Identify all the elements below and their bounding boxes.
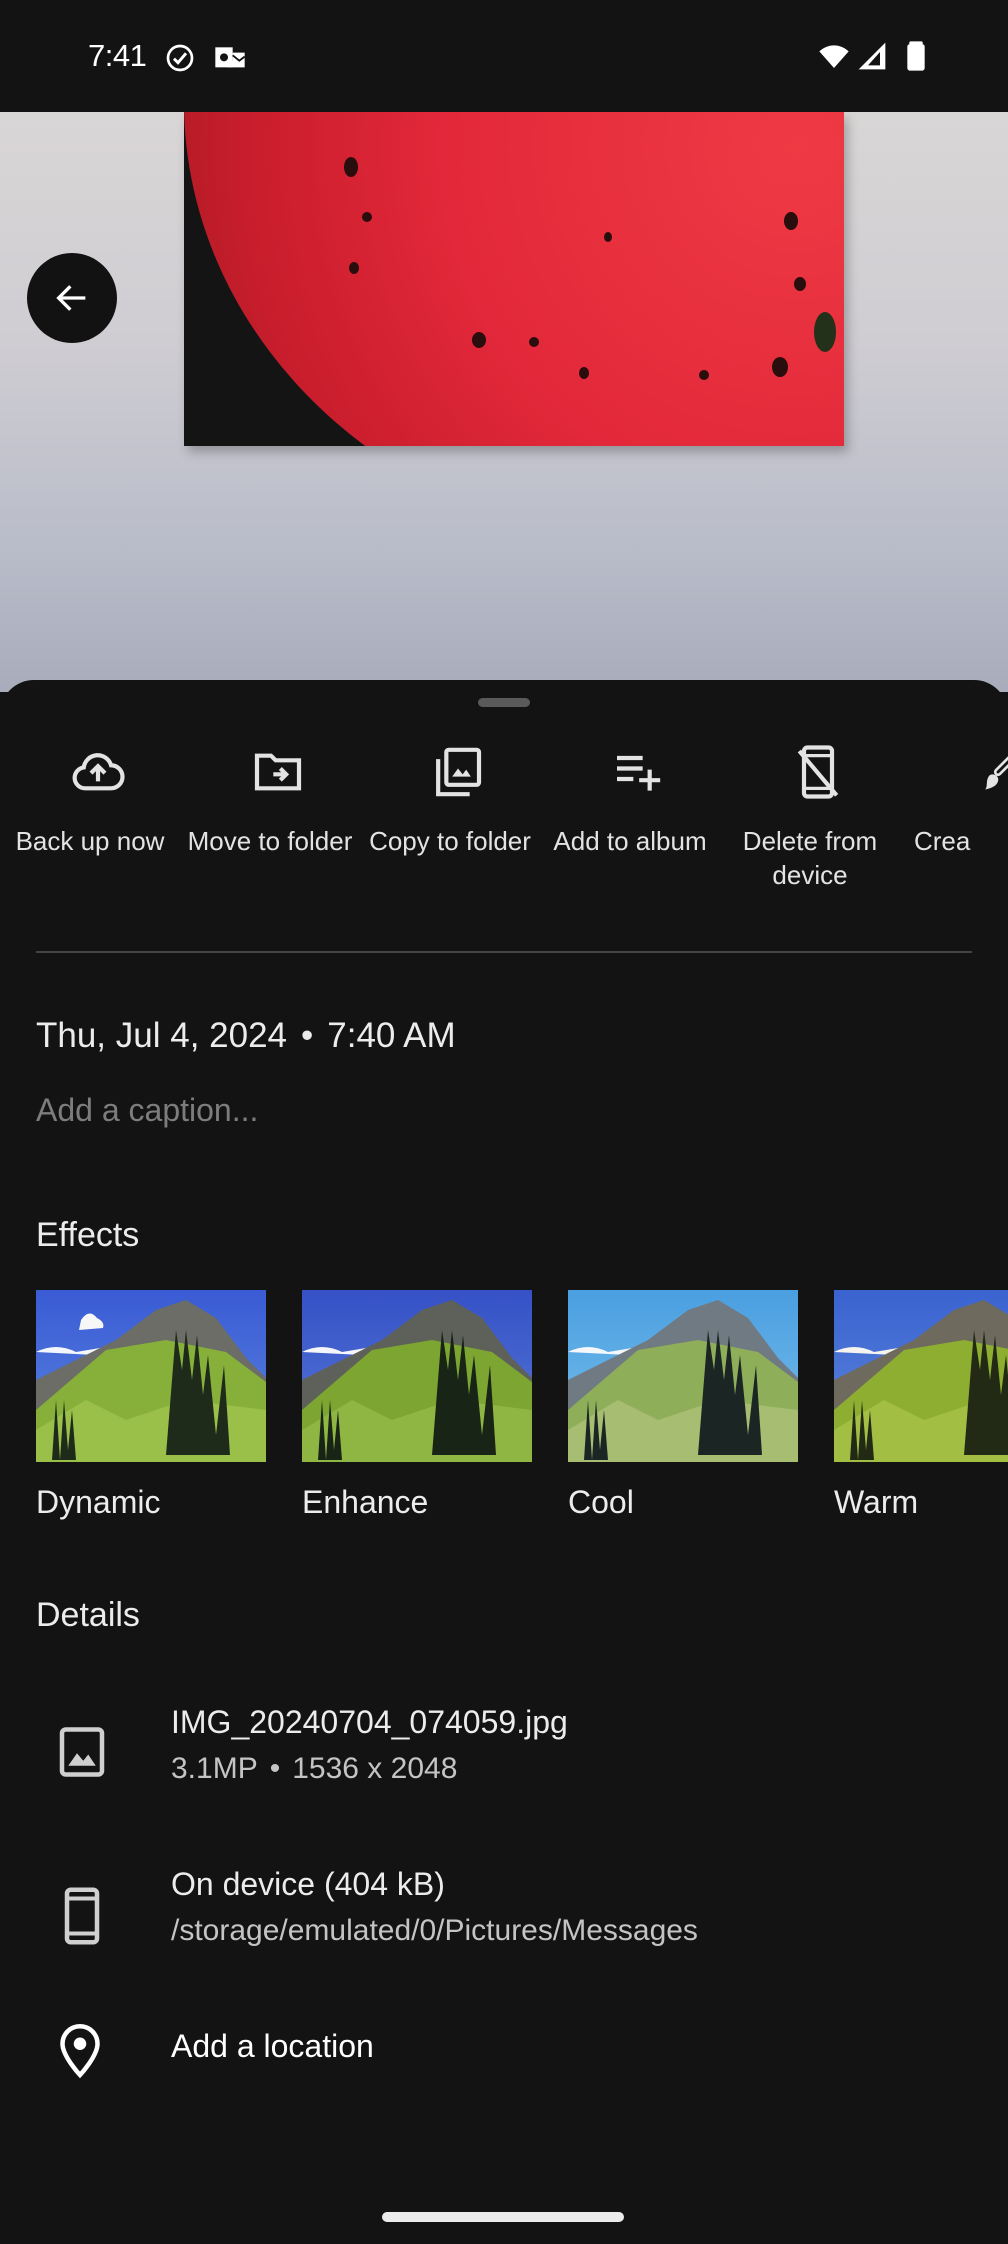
mountain-image [302, 1300, 532, 1462]
effect-cool[interactable]: Cool [568, 1290, 798, 1520]
effect-thumbnail [568, 1290, 798, 1462]
smartphone-icon [64, 1887, 100, 1945]
add-location-label: Add a location [171, 2028, 374, 2064]
effect-label: Dynamic [36, 1484, 161, 1520]
gesture-nav-handle[interactable] [382, 2212, 624, 2222]
cloud-upload-icon [72, 753, 125, 791]
mountain-image [568, 1300, 798, 1462]
effect-thumbnail [36, 1290, 266, 1462]
phone-off-icon [797, 745, 839, 799]
action-label: Delete from device [742, 826, 878, 890]
storage-title: On device (404 kB) [171, 1866, 445, 1902]
effect-warm[interactable]: Warm [834, 1290, 1008, 1520]
action-row[interactable]: Back up now Move to folder Copy to folde… [0, 740, 1008, 920]
check-circle-icon [166, 44, 194, 72]
signal-icon [858, 42, 886, 70]
copy-to-folder-icon [436, 747, 482, 797]
action-label: Move to folder [187, 826, 353, 856]
delete-from-device-button[interactable]: Delete from device [720, 740, 900, 920]
resolution: 1536 x 2048 [292, 1752, 458, 1785]
caption-input[interactable] [36, 1092, 936, 1129]
folder-move-icon [254, 753, 302, 791]
action-label: Crea [914, 826, 971, 856]
back-button[interactable] [27, 253, 117, 343]
date-time[interactable]: Thu, Jul 4, 2024 • 7:40 AM [36, 1016, 456, 1056]
storage-path: /storage/emulated/0/Pictures/Messages [171, 1914, 698, 1947]
details-heading: Details [36, 1596, 140, 1634]
action-label: Back up now [15, 826, 165, 856]
mountain-image [834, 1300, 1008, 1462]
add-to-album-button[interactable]: Add to album [540, 740, 720, 920]
action-label: Copy to folder [369, 826, 531, 856]
effect-label: Cool [568, 1484, 634, 1520]
effect-thumbnail [302, 1290, 532, 1462]
photo-date: Thu, Jul 4, 2024 [36, 1016, 287, 1055]
separator: • [301, 1016, 314, 1055]
outlook-icon [215, 47, 246, 68]
painting-red-area [184, 112, 844, 446]
battery-icon [907, 41, 925, 71]
wifi-icon [819, 45, 849, 68]
drag-handle[interactable] [478, 698, 530, 707]
effect-dynamic[interactable]: Dynamic [36, 1290, 266, 1520]
file-name: IMG_20240704_074059.jpg [171, 1704, 568, 1740]
effects-heading: Effects [36, 1216, 140, 1254]
playlist-add-icon [617, 755, 661, 791]
photo-viewer[interactable] [0, 112, 1008, 692]
file-meta: 3.1MP • 1536 x 2048 [171, 1752, 457, 1786]
image-icon [59, 1727, 105, 1777]
effect-thumbnail [834, 1290, 1008, 1462]
brush-icon [985, 756, 1008, 790]
megapixels: 3.1MP [171, 1752, 258, 1785]
mountain-image [36, 1300, 266, 1462]
copy-to-folder-button[interactable]: Copy to folder [360, 740, 540, 920]
status-bar: 7:41 [0, 0, 1008, 112]
back-up-now-button[interactable]: Back up now [0, 740, 180, 920]
move-to-folder-button[interactable]: Move to folder [180, 740, 360, 920]
location-pin-icon [60, 2024, 100, 2079]
status-time: 7:41 [88, 38, 147, 73]
info-bottom-sheet: Back up now Move to folder Copy to folde… [0, 680, 1008, 2244]
effect-label: Enhance [302, 1484, 429, 1520]
effects-carousel[interactable]: Dynamic Enhance Cool Warm [0, 1290, 1008, 1520]
divider [36, 951, 972, 953]
arrow-left-icon [56, 285, 86, 311]
file-detail-row: IMG_20240704_074059.jpg 3.1MP • 1536 x 204… [0, 1700, 1008, 1810]
action-label: Add to album [553, 826, 707, 856]
add-location-row[interactable]: Add a location [0, 2020, 1008, 2100]
separator: • [269, 1752, 281, 1785]
storage-detail-row: On device (404 kB) /storage/emulated/0/P… [0, 1866, 1008, 1976]
effect-enhance[interactable]: Enhance [302, 1290, 532, 1520]
effect-label: Warm [834, 1484, 919, 1520]
photo-time: 7:40 AM [327, 1016, 456, 1055]
create-button[interactable]: Crea [900, 740, 1008, 920]
